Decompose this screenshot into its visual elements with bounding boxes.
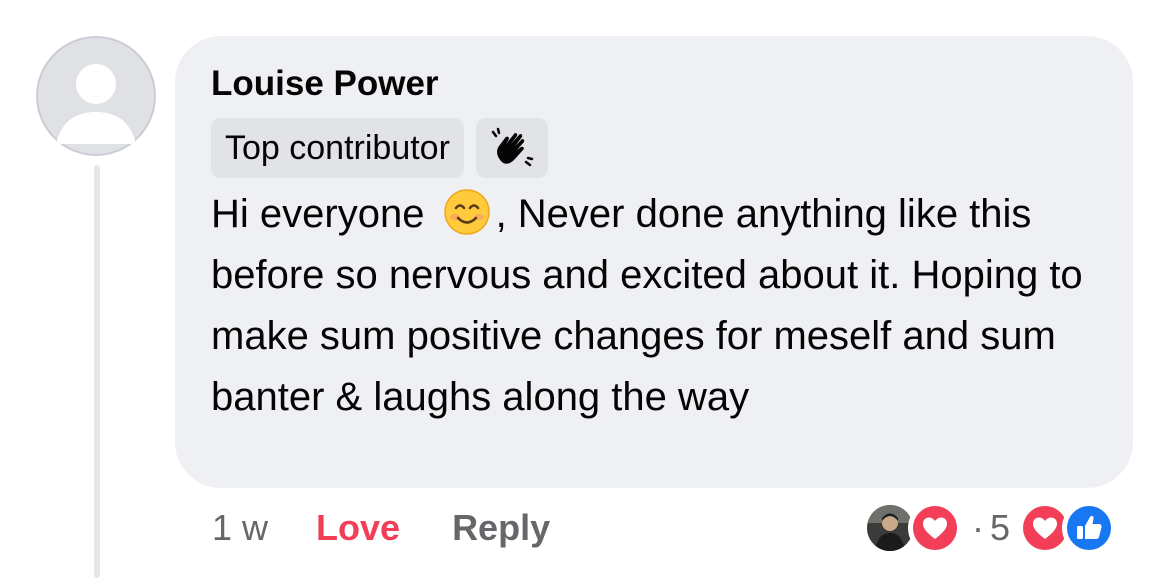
thread-line	[94, 165, 100, 578]
author-name[interactable]: Louise Power	[211, 62, 1097, 106]
love-button[interactable]: Love	[316, 507, 400, 549]
comment-actions: 1 w Love Reply	[212, 500, 550, 556]
avatar[interactable]	[36, 36, 156, 156]
comment-text: Hi everyone , Never done anything like t…	[211, 184, 1111, 428]
love-reaction-icon	[913, 506, 957, 550]
love-reaction-badge	[908, 501, 962, 555]
reply-button[interactable]: Reply	[452, 507, 550, 549]
like-reaction-icon	[1067, 506, 1112, 550]
reactions-summary[interactable]: · 5	[864, 501, 1117, 555]
comment-text-start: Hi everyone	[211, 192, 436, 236]
comment-bubble: Louise Power Top contributor Hi everyone…	[175, 36, 1133, 488]
smiling-face-icon	[443, 189, 490, 235]
default-avatar-icon	[36, 36, 156, 156]
timestamp[interactable]: 1 w	[212, 507, 268, 549]
like-count-badge	[1062, 501, 1117, 555]
waving-hand-badge[interactable]	[475, 118, 548, 178]
reaction-separator: ·	[972, 507, 984, 548]
badge-row: Top contributor	[211, 118, 1097, 178]
waving-hand-icon	[491, 127, 534, 167]
reactor-photo-icon	[867, 505, 913, 551]
reaction-count[interactable]: 5	[990, 507, 1010, 549]
top-contributor-badge[interactable]: Top contributor	[211, 118, 464, 178]
